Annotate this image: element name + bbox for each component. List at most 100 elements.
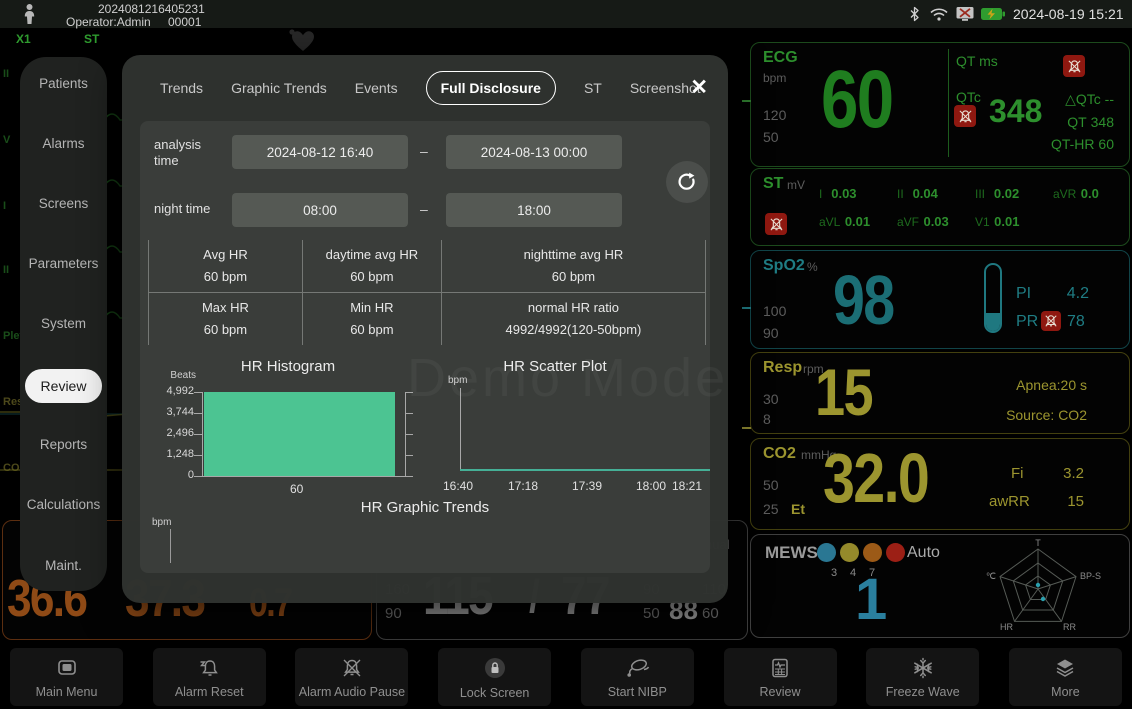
review-document-icon xyxy=(768,656,792,680)
bottom-toolbar: Main Menu Alarm Reset Alarm Audio Pause … xyxy=(0,646,1132,709)
spo2-value: 98 xyxy=(833,265,894,335)
snowflake-icon xyxy=(911,656,935,680)
table-cell: Avg HR60 bpm xyxy=(149,240,302,292)
operator-label: Operator:Admin xyxy=(66,15,151,29)
spo2-panel: SpO2 % 100 90 98 PI 4.2 PR 78 xyxy=(750,250,1130,349)
co2-value: 32.0 xyxy=(823,443,928,513)
histogram-xtick: 60 xyxy=(290,482,303,496)
tick xyxy=(194,434,202,435)
tab-st[interactable]: ST xyxy=(584,80,602,96)
histogram-y-axis xyxy=(202,392,203,477)
full-disclosure-content: analysis time 2024-08-12 16:40 – 2024-08… xyxy=(140,121,710,573)
table-cell: normal HR ratio4992/4992(120-50bpm) xyxy=(441,292,705,345)
night-start-input[interactable]: 08:00 xyxy=(232,193,408,227)
histogram-title: HR Histogram xyxy=(178,358,398,375)
sidebar-item-patients[interactable]: Patients xyxy=(20,76,107,91)
review-tabs: Trends Graphic Trends Events Full Disclo… xyxy=(160,71,668,105)
mews-value: 1 xyxy=(855,571,887,629)
mews-radar-chart: T BP-S RR HR ℃ xyxy=(956,537,1121,635)
sidebar-item-alarms[interactable]: Alarms xyxy=(20,136,107,151)
mews-threshold-1: 3 xyxy=(831,567,837,579)
co2-limit-low: 25 xyxy=(763,501,779,517)
ecg-unit: bpm xyxy=(763,71,786,85)
tab-trends[interactable]: Trends xyxy=(160,80,203,96)
ecg-hr-value: 60 xyxy=(821,59,893,141)
cell-label: Max HR xyxy=(149,300,302,315)
cell-label: Min HR xyxy=(303,300,441,315)
patient-icon xyxy=(22,3,37,25)
wave-endpoint-mark xyxy=(742,100,751,102)
radar-label-t: T xyxy=(1035,538,1041,548)
qtc-label: QTc xyxy=(956,89,981,105)
sidebar-item-maint[interactable]: Maint. xyxy=(20,558,107,573)
mews-mode: Auto xyxy=(907,544,940,562)
display-disconnect-icon xyxy=(955,6,975,22)
scatter-xtick: 18:21 xyxy=(672,479,702,493)
alarm-reset-button[interactable]: Alarm Reset xyxy=(153,648,266,706)
refresh-button[interactable] xyxy=(666,161,708,203)
table-cell: nighttime avg HR 60 bpm xyxy=(441,240,705,292)
st-panel: ST mV I 0.03 II 0.04 III 0.02 aVR 0.0 aV… xyxy=(750,168,1130,246)
sidebar-item-review[interactable]: Review xyxy=(25,369,102,403)
patient-number: 00001 xyxy=(168,15,201,29)
tick xyxy=(405,392,413,393)
st-lead-value: 0.03 xyxy=(923,214,948,229)
resp-panel: Resp rpm 30 8 15 Apnea:20 s Source: CO2 xyxy=(750,352,1130,434)
histogram-ytick: 4,992 xyxy=(148,385,194,397)
st-lead-value: 0.04 xyxy=(913,186,938,201)
clock: 2024-08-19 15:21 xyxy=(1013,6,1124,22)
tab-events[interactable]: Events xyxy=(355,80,398,96)
sidebar-item-calculations[interactable]: Calculations xyxy=(20,497,107,512)
spo2-limit-high: 100 xyxy=(763,303,786,319)
freeze-wave-button[interactable]: Freeze Wave xyxy=(866,648,979,706)
night-end-input[interactable]: 18:00 xyxy=(446,193,622,227)
alarm-reset-icon xyxy=(197,656,221,680)
fi-label: Fi xyxy=(1011,465,1024,482)
histogram-ylabel: Beats xyxy=(154,370,196,381)
sidebar-item-screens[interactable]: Screens xyxy=(20,196,107,211)
night-time-separator: – xyxy=(420,201,428,217)
analysis-start-input[interactable]: 2024-08-12 16:40 xyxy=(232,135,408,169)
lock-screen-button[interactable]: Lock Screen xyxy=(438,648,551,706)
cell-label: nighttime avg HR xyxy=(442,247,705,262)
refresh-icon xyxy=(677,172,697,192)
button-label: Alarm Audio Pause xyxy=(299,685,405,699)
sidebar-item-reports[interactable]: Reports xyxy=(20,437,107,452)
sidebar-item-parameters[interactable]: Parameters xyxy=(20,256,107,271)
nibp-cuff-icon xyxy=(623,656,651,680)
alarm-audio-pause-button[interactable]: Alarm Audio Pause xyxy=(295,648,408,706)
st-lead-label: aVF xyxy=(897,215,919,229)
analysis-end-input[interactable]: 2024-08-13 00:00 xyxy=(446,135,622,169)
table-cell: Max HR 60 bpm xyxy=(149,292,302,345)
scatter-y-axis xyxy=(460,388,461,470)
resp-source: Source: CO2 xyxy=(951,407,1087,423)
start-nibp-button[interactable]: Start NIBP xyxy=(581,648,694,706)
cell-value: 60 bpm xyxy=(149,269,302,284)
close-icon[interactable]: ✕ xyxy=(690,75,708,100)
sidebar-item-system[interactable]: System xyxy=(20,316,107,331)
scatter-xtick: 17:39 xyxy=(572,479,602,493)
battery-charging-icon xyxy=(980,7,1006,21)
tick xyxy=(194,413,202,414)
ecg-panel: ECG bpm 120 50 60 QT ms QTc 348 △QTc -- … xyxy=(750,42,1130,167)
button-label: Alarm Reset xyxy=(175,685,244,699)
resp-limit-high: 30 xyxy=(763,391,779,407)
awrr-label: awRR xyxy=(989,493,1030,510)
st-lead-label: aVL xyxy=(819,215,840,229)
main-menu-button[interactable]: Main Menu xyxy=(10,648,123,706)
st-lead-label: II xyxy=(897,187,904,201)
tab-full-disclosure[interactable]: Full Disclosure xyxy=(426,71,556,105)
alarm-off-icon xyxy=(1041,311,1061,331)
review-sidebar: Patients Alarms Screens Parameters Syste… xyxy=(20,57,107,591)
review-button[interactable]: Review xyxy=(724,648,837,706)
cell-value: 60 bpm xyxy=(149,322,302,337)
analysis-time-label: analysis time xyxy=(154,137,220,170)
more-button[interactable]: More xyxy=(1009,648,1122,706)
st-lead-value: 0.01 xyxy=(845,214,870,229)
scatter-title: HR Scatter Plot xyxy=(445,358,665,375)
cell-value: 60 bpm xyxy=(442,269,705,284)
qthr-value: 60 xyxy=(1098,136,1114,152)
tab-graphic-trends[interactable]: Graphic Trends xyxy=(231,80,327,96)
histogram-x-axis xyxy=(202,476,413,477)
perfusion-gauge xyxy=(984,263,1002,333)
